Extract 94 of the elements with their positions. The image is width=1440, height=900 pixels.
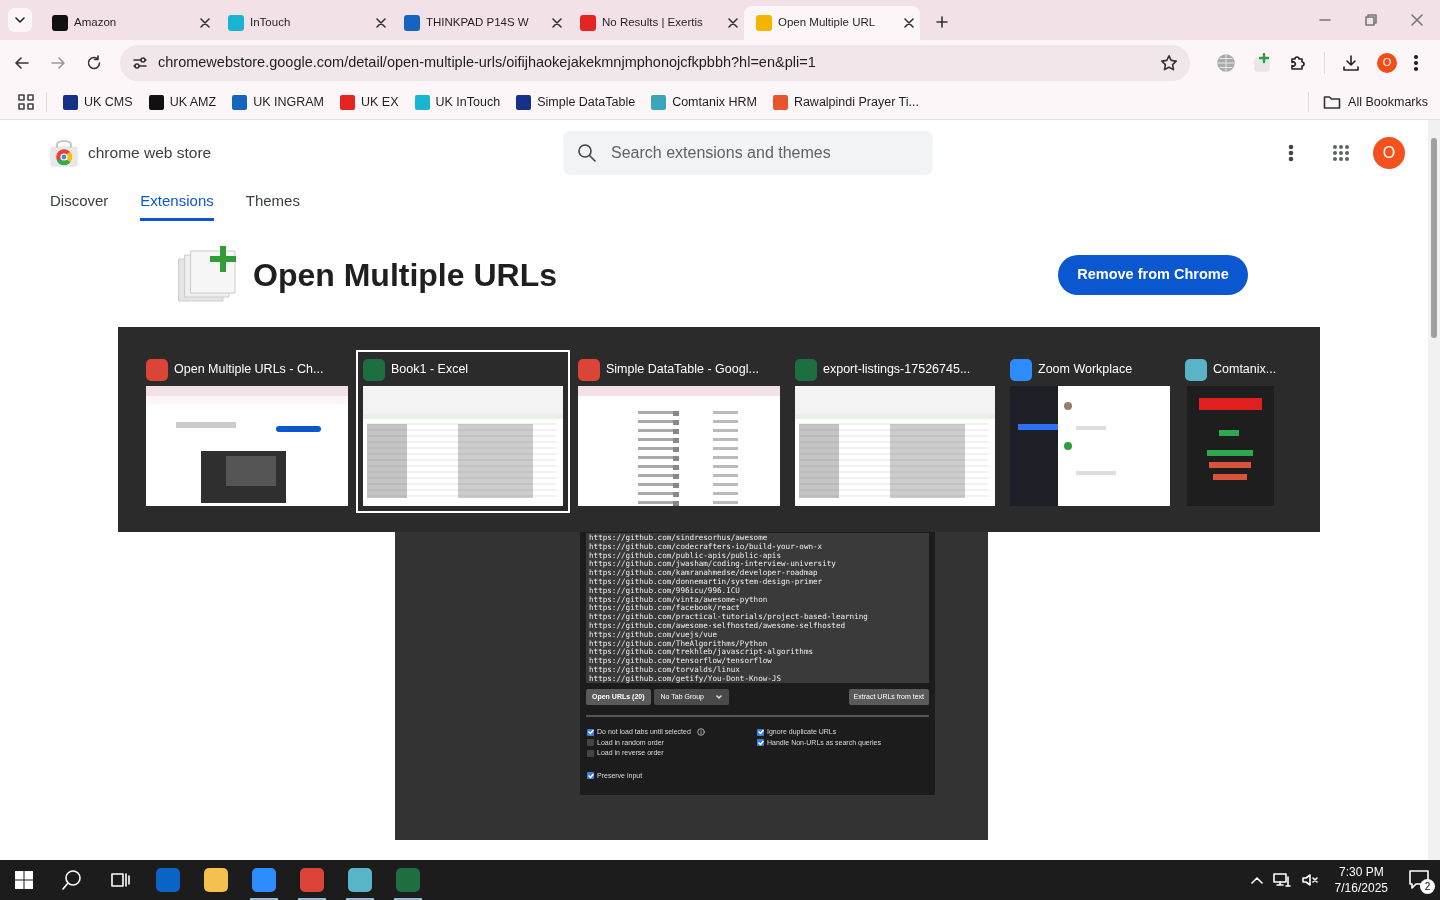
window-thumbnail[interactable] [578,386,780,506]
tab-search-button[interactable] [8,8,32,32]
window-card[interactable]: Simple DataTable - Googl... [571,350,787,513]
close-icon[interactable] [728,18,738,28]
check-icon [587,772,594,779]
search-icon[interactable] [61,869,83,891]
window-title: export-listings-17526745... [823,361,971,379]
tab-title: InTouch [250,15,292,31]
bookmark-link[interactable]: UK EX [361,92,399,112]
notification-count: 2 [1420,879,1435,894]
app-icon[interactable] [348,868,372,892]
check-icon [587,729,594,736]
network-icon[interactable] [1272,872,1291,888]
browser-tab[interactable]: No Results | Exertis [568,6,744,40]
bookmark-link[interactable]: Comtanix HRM [672,92,757,112]
apps-grid-icon[interactable] [18,94,34,110]
chevron-up-icon[interactable] [1250,876,1263,884]
folder-icon [1323,94,1342,110]
extension-plus-icon[interactable] [1252,52,1272,73]
extension-title: Open Multiple URLs [253,256,557,295]
site-settings-icon[interactable] [132,54,148,71]
bookmark-link[interactable]: Rawalpindi Prayer Ti... [793,92,919,112]
star-icon[interactable] [1160,53,1178,72]
store-logo-icon[interactable] [50,138,78,167]
window-card[interactable]: export-listings-17526745... [788,350,1002,513]
window-thumbnail[interactable] [795,386,995,506]
volume-muted-icon[interactable] [1300,872,1319,888]
clock-time: 7:30 PM [1338,864,1384,880]
window-title: Comtanix... [1213,361,1277,379]
restore-icon[interactable] [1365,14,1377,26]
browser-tab[interactable]: THINKPAD P14S W [392,6,568,40]
window-title: Zoom Workplace [1038,361,1133,379]
app-icon[interactable] [300,868,324,892]
more-icon[interactable] [1288,143,1294,162]
notification-icon[interactable] [1408,869,1430,889]
store-name: chrome web store [88,142,212,163]
window-thumbnail[interactable] [146,386,348,506]
browser-tab[interactable]: InTouch [216,6,392,40]
bookmark-link[interactable]: UK AMZ [169,92,217,112]
clock-date: 7/16/2025 [1334,880,1388,896]
close-icon[interactable] [904,18,914,28]
address-bar[interactable]: chromewebstore.google.com/detail/open-multiple-urls/oifijhaokejakekmnjmphonojcfkpbbh?hl=en&pli=1 [120,44,1190,81]
tab-title: Amazon [74,15,118,31]
task-view-icon[interactable] [110,871,130,889]
profile-avatar[interactable]: O [1377,52,1397,73]
close-icon[interactable] [200,18,210,28]
bookmark-link[interactable]: Simple DataTable [537,92,636,112]
window-thumbnail[interactable] [1187,386,1275,506]
checkbox[interactable] [587,739,594,747]
plus-icon [936,16,948,28]
checkbox[interactable] [587,749,594,757]
chevron-down-icon [715,695,722,699]
start-icon[interactable] [15,871,33,889]
download-icon[interactable] [1341,52,1361,73]
tab-title: THINKPAD P14S W [426,15,530,31]
tab-title: Open Multiple URL [778,15,877,31]
window-title: Open Multiple URLs - Ch... [174,361,324,379]
browser-tab[interactable]: Amazon [40,6,216,40]
nav-tab[interactable]: Themes [245,185,300,221]
browser-tab[interactable]: Open Multiple URL [744,6,920,40]
bookmark-link[interactable]: UK InTouch [435,92,501,112]
window-card[interactable]: Comtanix... [1178,350,1284,513]
search-placeholder: Search extensions and themes [611,142,831,163]
nav-tab[interactable]: Discover [50,185,109,221]
url-text: chromewebstore.google.com/detail/open-multiple-urls/oifijhaokejakekmnjmphonojcfkpbbh?hl=en&pli=1 [158,52,817,72]
close-icon[interactable] [552,18,562,28]
apps-icon[interactable] [1332,143,1350,162]
window-title: Book1 - Excel [391,361,469,379]
remove-button[interactable]: Remove from Chrome [1058,255,1248,295]
search-field[interactable]: Search extensions and themes [563,130,933,175]
window-thumbnail[interactable] [1010,386,1170,506]
window-card[interactable]: Open Multiple URLs - Ch... [139,350,355,513]
info-icon[interactable] [696,728,705,737]
window-title: Simple DataTable - Googl... [606,361,759,379]
app-icon[interactable] [204,868,228,892]
bookmark-link[interactable]: All Bookmarks [1348,92,1428,112]
nav-tab[interactable]: Extensions [140,185,214,221]
window-card[interactable]: Book1 - Excel [356,350,570,513]
checkbox[interactable] [587,772,594,780]
search-icon [577,142,597,163]
close-icon[interactable] [376,18,386,28]
scrollbar[interactable] [1428,120,1440,860]
chevron-down-icon [15,17,25,23]
checkbox[interactable] [757,728,764,736]
checkbox[interactable] [757,739,764,747]
window-card[interactable]: Zoom Workplace [1003,350,1177,513]
url-textarea[interactable] [586,533,929,683]
app-icon[interactable] [252,868,276,892]
checkbox[interactable] [587,728,594,736]
tab-title: No Results | Exertis [602,15,704,31]
window-thumbnail[interactable] [363,386,563,506]
bookmark-link[interactable]: UK CMS [84,92,133,112]
bookmark-link[interactable]: UK INGRAM [253,92,324,112]
menu-icon[interactable] [1413,53,1419,72]
